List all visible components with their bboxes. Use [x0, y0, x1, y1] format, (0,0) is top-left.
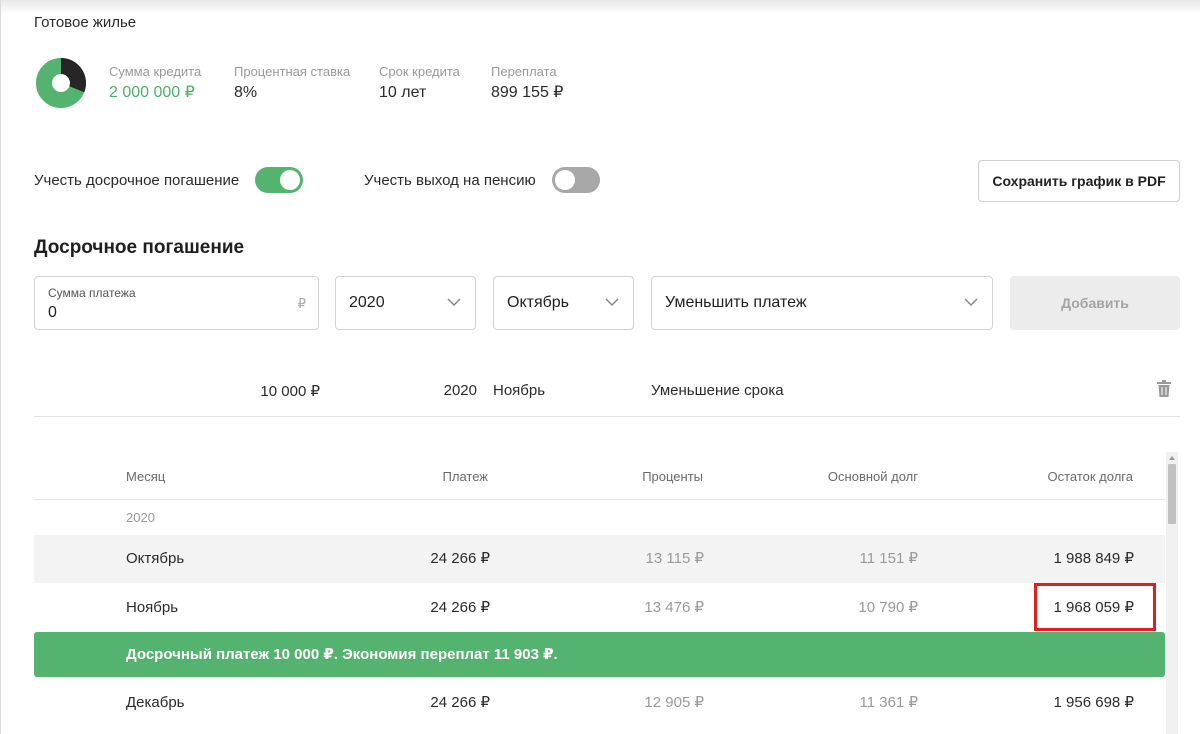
cell-interest: 13 115 ₽: [645, 550, 704, 567]
add-button[interactable]: Добавить: [1010, 276, 1180, 330]
toggle-early-repayment-label: Учесть досрочное погашение: [34, 171, 240, 189]
cell-balance: 1 988 849 ₽: [1053, 550, 1134, 567]
stat-loan-sum: Сумма кредита 2 000 000 ₽: [109, 64, 201, 103]
stat-label: Срок кредита: [379, 64, 460, 79]
repayment-type-select[interactable]: Уменьшить платеж: [651, 276, 993, 330]
cell-principal: 10 790 ₽: [858, 599, 918, 616]
table-header-divider: [34, 499, 1165, 500]
stat-value: 2 000 000 ₽: [109, 84, 195, 101]
toggle-knob: [280, 170, 301, 190]
stat-value: 8%: [234, 84, 258, 101]
table-row: Декабрь 24 266 ₽ 12 905 ₽ 11 361 ₽ 1 956…: [34, 679, 1165, 727]
cell-payment: 24 266 ₽: [430, 550, 490, 567]
cell-month: Ноябрь: [126, 599, 179, 616]
section-title: Готовое жилье: [34, 14, 137, 31]
entry-month: Ноябрь: [493, 382, 546, 399]
stat-term: Срок кредита 10 лет: [379, 64, 460, 103]
entry-year: 2020: [443, 382, 477, 399]
payment-amount-field[interactable]: Сумма платежа 0 ₽: [34, 276, 319, 330]
column-header-payment: Платеж: [442, 469, 488, 484]
left-border: [0, 0, 1, 734]
toggle-pension-label: Учесть выход на пенсию: [364, 171, 536, 189]
toggle-early-repayment-row: Учесть досрочное погашение: [34, 166, 304, 194]
column-header-balance: Остаток долга: [1047, 469, 1133, 484]
year-select[interactable]: 2020: [335, 276, 476, 330]
trash-icon[interactable]: [1156, 380, 1172, 398]
cell-principal: 11 151 ₽: [859, 550, 918, 567]
table-row: Ноябрь 24 266 ₽ 13 476 ₽ 10 790 ₽ 1 968 …: [34, 584, 1165, 632]
entry-type: Уменьшение срока: [651, 382, 784, 399]
ruble-icon: ₽: [297, 296, 306, 311]
chevron-down-icon: [447, 298, 461, 307]
divider: [34, 416, 1180, 417]
cell-month: Октябрь: [126, 550, 185, 567]
year-select-value: 2020: [349, 294, 385, 311]
highlight-annotation-box: [1034, 583, 1156, 631]
stat-overpay: Переплата 899 155 ₽: [491, 64, 563, 103]
loan-donut-chart: [36, 58, 86, 108]
toggle-pension[interactable]: [551, 167, 600, 193]
chevron-down-icon: [964, 298, 978, 307]
early-repayment-heading: Досрочное погашение: [34, 237, 245, 258]
column-header-interest: Проценты: [642, 469, 703, 484]
payment-amount-value: 0: [48, 304, 57, 321]
top-shadow: [0, 0, 1200, 14]
donut-hole: [53, 75, 69, 91]
scrollbar-thumb[interactable]: [1168, 464, 1176, 524]
stat-value: 899 155 ₽: [491, 84, 564, 101]
toggle-knob: [554, 170, 575, 190]
year-group-label: 2020: [126, 510, 155, 525]
table-row: Октябрь 24 266 ₽ 13 115 ₽ 11 151 ₽ 1 988…: [34, 535, 1165, 583]
toggle-pension-row: Учесть выход на пенсию: [364, 166, 600, 194]
cell-payment: 24 266 ₽: [430, 694, 490, 711]
scroll-up-arrow-icon[interactable]: [1168, 454, 1176, 462]
entry-amount: 10 000 ₽: [260, 383, 320, 400]
cell-principal: 11 361 ₽: [859, 694, 918, 711]
stat-rate: Процентная ставка 8%: [234, 64, 350, 103]
cell-interest: 13 476 ₽: [644, 599, 704, 616]
payment-amount-label: Сумма платежа: [48, 286, 136, 300]
cell-balance: 1 956 698 ₽: [1053, 694, 1134, 711]
repayment-type-value: Уменьшить платеж: [665, 294, 807, 311]
stat-label: Сумма кредита: [109, 64, 202, 79]
save-pdf-button[interactable]: Сохранить график в PDF: [978, 160, 1180, 202]
month-select-value: Октябрь: [507, 294, 570, 311]
chevron-down-icon: [605, 298, 619, 307]
cell-interest: 12 905 ₽: [644, 694, 704, 711]
cell-month: Декабрь: [126, 694, 185, 711]
column-header-principal: Основной долг: [827, 469, 918, 484]
month-select[interactable]: Октябрь: [493, 276, 634, 330]
stat-label: Переплата: [491, 64, 557, 79]
stat-value: 10 лет: [379, 84, 427, 101]
column-header-month: Месяц: [126, 469, 166, 484]
cell-payment: 24 266 ₽: [430, 599, 490, 616]
early-payment-banner: Досрочный платеж 10 000 ₽. Экономия пере…: [34, 632, 1165, 677]
toggle-early-repayment[interactable]: [255, 167, 304, 193]
stat-label: Процентная ставка: [234, 64, 351, 79]
